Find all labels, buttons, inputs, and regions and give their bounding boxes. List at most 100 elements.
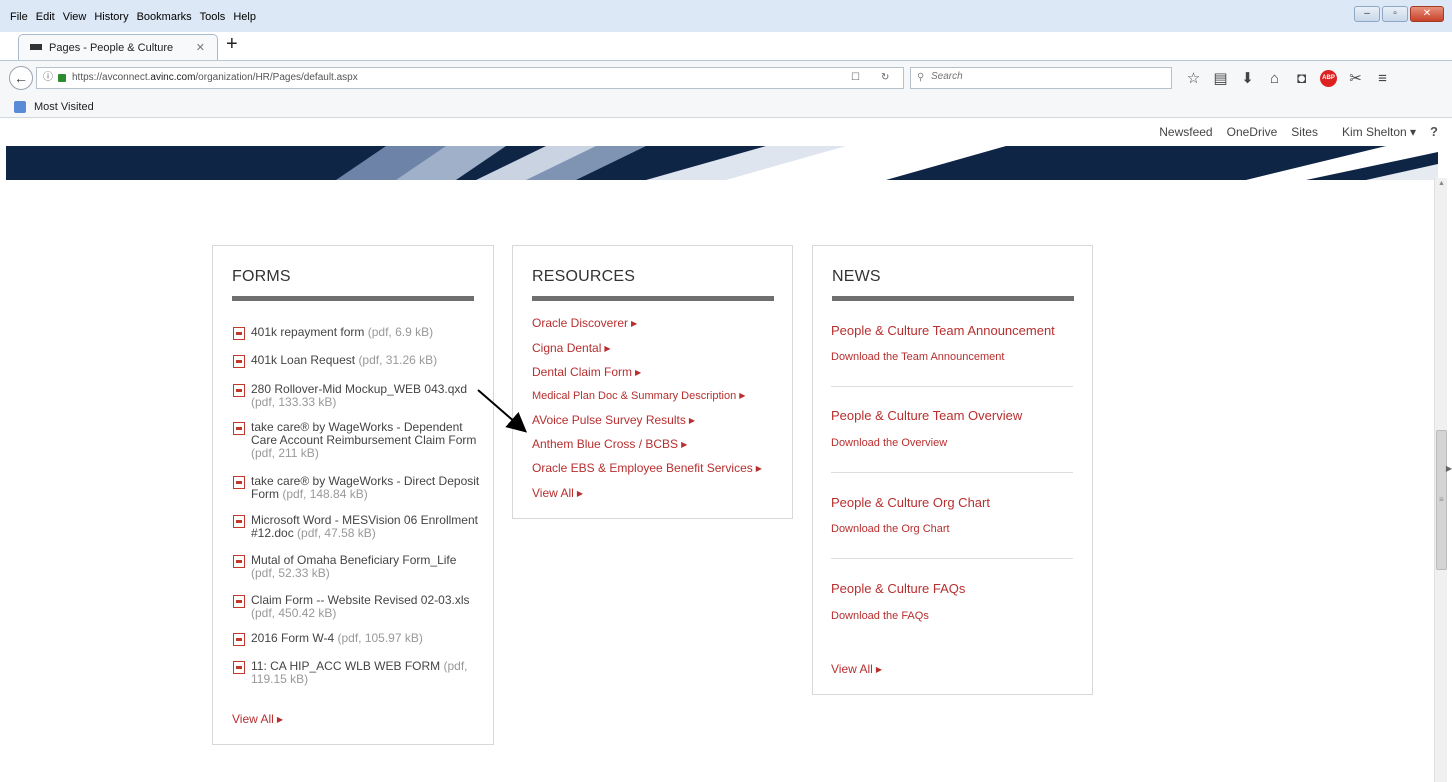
download-icon[interactable]: ⬇ <box>1234 69 1261 89</box>
maximize-button[interactable]: ▫ <box>1382 6 1408 22</box>
bookmark-star-icon[interactable]: ☆ <box>1180 69 1207 89</box>
menu-file[interactable]: File <box>10 11 28 23</box>
scroll-grip-icon: ≡ <box>1439 495 1444 504</box>
menu-view[interactable]: View <box>63 11 87 23</box>
browser-tab[interactable]: Pages - People & Culture ✕ <box>18 34 218 60</box>
resource-link-oracle-discoverer[interactable]: Oracle Discoverer ▶ <box>532 316 637 330</box>
toolbar-icons: ☆ ▤ ⬇ ⌂ ◘ ABP ✂ ≡ <box>1180 69 1396 89</box>
search-icon: ⚲ <box>917 72 925 83</box>
resources-divider <box>532 296 774 301</box>
newsfeed-link[interactable]: Newsfeed <box>1159 125 1212 139</box>
news-headline-team-announcement[interactable]: People & Culture Team Announcement <box>831 323 1055 338</box>
pdf-icon <box>233 555 245 568</box>
minimize-button[interactable]: – <box>1354 6 1380 22</box>
banner-stripes <box>6 146 1438 180</box>
pdf-icon <box>233 661 245 674</box>
reader-view-icon[interactable]: ☐ <box>851 68 860 88</box>
search-box[interactable]: ⚲ <box>910 67 1172 89</box>
sites-link[interactable]: Sites <box>1291 125 1318 139</box>
arrow-right-icon: ▶ <box>688 416 696 425</box>
back-button[interactable]: ← <box>9 66 33 90</box>
arrow-right-icon: ▶ <box>739 391 746 400</box>
news-link-download-faqs[interactable]: Download the FAQs <box>831 610 929 622</box>
pdf-icon <box>233 476 245 489</box>
arrow-right-icon: ▶ <box>276 715 283 724</box>
form-item[interactable]: 2016 Form W-4 (pdf, 105.97 kB) <box>233 632 483 646</box>
pdf-icon <box>233 384 245 397</box>
news-link-download-overview[interactable]: Download the Overview <box>831 437 947 449</box>
onedrive-link[interactable]: OneDrive <box>1227 125 1278 139</box>
form-item[interactable]: Microsoft Word - MESVision 06 Enrollment… <box>233 514 483 540</box>
news-headline-faqs[interactable]: People & Culture FAQs <box>831 581 965 596</box>
scroll-thumb[interactable]: ≡ <box>1436 430 1447 570</box>
user-menu[interactable]: Kim Shelton ▾ <box>1342 125 1416 139</box>
close-tab-icon[interactable]: ✕ <box>196 41 205 54</box>
most-visited-link[interactable]: Most Visited <box>34 101 94 113</box>
resources-title: RESOURCES <box>532 268 636 285</box>
news-view-all-link[interactable]: View All ▶ <box>831 662 882 676</box>
lock-icon <box>58 74 66 82</box>
most-visited-icon <box>14 101 26 113</box>
site-favicon-icon <box>30 44 42 50</box>
form-item[interactable]: Mutal of Omaha Beneficiary Form_Life (pd… <box>233 554 483 580</box>
pdf-icon <box>233 355 245 368</box>
menu-edit[interactable]: Edit <box>36 11 55 23</box>
resources-view-all-link[interactable]: View All ▶ <box>532 486 583 500</box>
news-link-download-team-announcement[interactable]: Download the Team Announcement <box>831 351 1004 363</box>
form-item[interactable]: Claim Form -- Website Revised 02-03.xls … <box>233 594 483 620</box>
expand-right-arrow-icon[interactable]: ▶ <box>1446 464 1452 473</box>
news-divider <box>832 296 1074 301</box>
resource-link-oracle-ebs[interactable]: Oracle EBS & Employee Benefit Services ▶ <box>532 461 762 475</box>
menu-history[interactable]: History <box>94 11 128 23</box>
window-controls: – ▫ ✕ <box>1354 6 1444 22</box>
forms-panel: FORMS 401k repayment form (pdf, 6.9 kB) … <box>212 245 494 745</box>
home-icon[interactable]: ⌂ <box>1261 69 1288 89</box>
menu-bar: File Edit View History Bookmarks Tools H… <box>0 0 1452 32</box>
reload-icon[interactable]: ↻ <box>881 68 889 88</box>
screenshot-icon[interactable]: ✂ <box>1342 69 1369 89</box>
pdf-icon <box>233 327 245 340</box>
help-icon[interactable]: ? <box>1430 124 1438 139</box>
form-item[interactable]: 11: CA HIP_ACC WLB WEB FORM (pdf, 119.15… <box>233 660 483 686</box>
news-link-download-org-chart[interactable]: Download the Org Chart <box>831 523 950 535</box>
resource-link-cigna-dental[interactable]: Cigna Dental ▶ <box>532 341 611 355</box>
new-tab-button[interactable]: + <box>226 33 238 56</box>
pdf-icon <box>233 422 245 435</box>
resource-link-dental-claim-form[interactable]: Dental Claim Form ▶ <box>532 365 641 379</box>
arrow-right-icon: ▶ <box>576 489 583 498</box>
form-item[interactable]: take care® by WageWorks - Dependent Care… <box>233 421 483 460</box>
bookmarks-toolbar: Most Visited <box>0 96 1452 118</box>
close-window-button[interactable]: ✕ <box>1410 6 1444 22</box>
form-item[interactable]: take care® by WageWorks - Direct Deposit… <box>233 475 483 501</box>
navigation-bar: ← ⓘ https://avconnect.avinc.com/organiza… <box>0 60 1452 96</box>
library-icon[interactable]: ▤ <box>1207 69 1234 89</box>
resource-link-avoice-pulse-survey[interactable]: AVoice Pulse Survey Results ▶ <box>532 413 695 427</box>
scroll-up-arrow-icon[interactable]: ▲ <box>1438 180 1445 187</box>
form-item[interactable]: 401k Loan Request (pdf, 31.26 kB) <box>233 354 483 368</box>
form-item[interactable]: 280 Rollover-Mid Mockup_WEB 043.qxd (pdf… <box>233 383 483 409</box>
form-item[interactable]: 401k repayment form (pdf, 6.9 kB) <box>233 326 483 340</box>
tab-title: Pages - People & Culture <box>49 42 174 54</box>
pocket-icon[interactable]: ◘ <box>1288 69 1315 89</box>
resource-link-anthem-blue-cross[interactable]: Anthem Blue Cross / BCBS ▶ <box>532 437 687 451</box>
search-input[interactable] <box>931 71 1161 82</box>
menu-tools[interactable]: Tools <box>200 11 226 23</box>
vertical-scrollbar[interactable]: ▲ ≡ <box>1434 178 1447 782</box>
hamburger-menu-icon[interactable]: ≡ <box>1369 69 1396 89</box>
forms-view-all-link[interactable]: View All ▶ <box>232 712 283 726</box>
menu-bookmarks[interactable]: Bookmarks <box>137 11 192 23</box>
url-bar[interactable]: ⓘ https://avconnect.avinc.com/organizati… <box>36 67 904 89</box>
adblock-icon[interactable]: ABP <box>1320 70 1337 87</box>
pdf-icon <box>233 595 245 608</box>
resource-link-medical-plan-doc[interactable]: Medical Plan Doc & Summary Description ▶ <box>532 390 745 402</box>
suite-bar: Newsfeed OneDrive Sites Kim Shelton ▾ ? <box>0 118 1452 146</box>
site-info-icon[interactable]: ⓘ <box>43 68 53 88</box>
arrow-right-icon: ▶ <box>631 319 638 328</box>
url-text: https://avconnect.avinc.com/organization… <box>72 72 358 83</box>
forms-title: FORMS <box>232 268 291 285</box>
menu-help[interactable]: Help <box>233 11 256 23</box>
arrow-right-icon: ▶ <box>635 368 642 377</box>
news-headline-team-overview[interactable]: People & Culture Team Overview <box>831 408 1022 423</box>
news-headline-org-chart[interactable]: People & Culture Org Chart <box>831 495 990 510</box>
forms-divider <box>232 296 474 301</box>
